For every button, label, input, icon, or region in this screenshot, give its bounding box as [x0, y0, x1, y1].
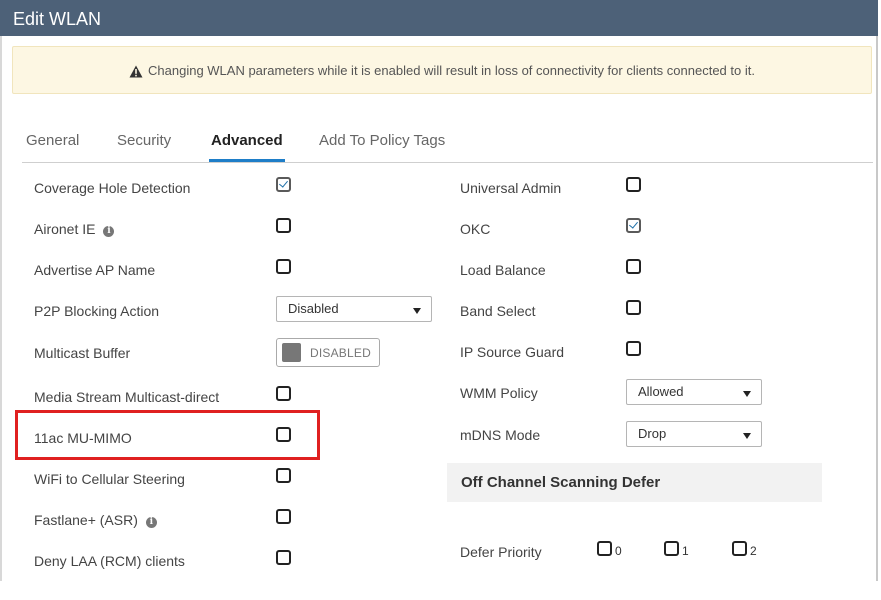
fastlane-checkbox[interactable]	[276, 509, 291, 524]
p2p-blocking-action-value: Disabled	[288, 301, 339, 316]
defer-priority-label: Defer Priority	[460, 544, 542, 560]
tab-add-to-policy-tags[interactable]: Add To Policy Tags	[319, 132, 445, 149]
mu-mimo-label: 11ac MU-MIMO	[34, 430, 132, 446]
okc-label: OKC	[460, 221, 491, 237]
aironet-ie-text: Aironet IE	[34, 221, 96, 237]
p2p-blocking-action-label: P2P Blocking Action	[34, 303, 160, 319]
tab-general[interactable]: General	[26, 132, 79, 149]
defer-priority-1-label: 1	[682, 544, 689, 558]
warning-triangle-icon	[129, 65, 143, 77]
dialog-title: Edit WLAN	[0, 0, 878, 36]
chevron-down-icon	[743, 433, 751, 439]
warning-text: Changing WLAN parameters while it is ena…	[148, 62, 755, 78]
universal-admin-label: Universal Admin	[460, 180, 562, 196]
wifi-cellular-steering-label: WiFi to Cellular Steering	[34, 471, 185, 487]
p2p-blocking-action-select[interactable]: Disabled	[276, 296, 432, 322]
wmm-policy-value: Allowed	[638, 384, 684, 399]
aironet-ie-checkbox[interactable]	[276, 218, 291, 233]
dialog-left-edge	[0, 36, 2, 581]
defer-priority-0-label: 0	[615, 544, 622, 558]
multicast-buffer-label: Multicast Buffer	[34, 345, 131, 361]
mu-mimo-checkbox[interactable]	[276, 427, 291, 442]
deny-laa-label: Deny LAA (RCM) clients	[34, 553, 185, 569]
defer-priority-2-checkbox[interactable]	[732, 541, 747, 556]
defer-priority-0-checkbox[interactable]	[597, 541, 612, 556]
advertise-ap-name-checkbox[interactable]	[276, 259, 291, 274]
fastlane-label: Fastlane+ (ASR) i	[34, 512, 157, 529]
multicast-buffer-toggle[interactable]: DISABLED	[276, 338, 380, 367]
off-channel-scanning-defer-heading: Off Channel Scanning Defer	[447, 463, 822, 502]
mdns-mode-value: Drop	[638, 426, 667, 441]
aironet-ie-label: Aironet IE i	[34, 221, 115, 238]
warning-banner: Changing WLAN parameters while it is ena…	[12, 46, 872, 94]
info-icon[interactable]: i	[103, 226, 115, 237]
mdns-mode-select[interactable]: Drop	[626, 421, 762, 447]
coverage-hole-detection-checkbox[interactable]	[276, 177, 291, 192]
deny-laa-checkbox[interactable]	[276, 550, 291, 565]
fastlane-text: Fastlane+ (ASR)	[34, 512, 138, 528]
ip-source-guard-label: IP Source Guard	[460, 344, 565, 360]
mdns-mode-label: mDNS Mode	[460, 427, 541, 443]
ip-source-guard-checkbox[interactable]	[626, 341, 641, 356]
defer-priority-1-checkbox[interactable]	[664, 541, 679, 556]
tab-advanced[interactable]: Advanced	[211, 132, 283, 149]
dialog-scrollbar[interactable]	[876, 36, 878, 581]
tab-divider	[22, 162, 873, 163]
wmm-policy-select[interactable]: Allowed	[626, 379, 762, 405]
multicast-buffer-state: DISABLED	[310, 346, 371, 360]
defer-priority-2-label: 2	[750, 544, 757, 558]
coverage-hole-detection-label: Coverage Hole Detection	[34, 180, 191, 196]
chevron-down-icon	[743, 391, 751, 397]
media-stream-label: Media Stream Multicast-direct	[34, 389, 220, 405]
load-balance-checkbox[interactable]	[626, 259, 641, 274]
tab-security[interactable]: Security	[117, 132, 171, 149]
load-balance-label: Load Balance	[460, 262, 546, 278]
okc-checkbox[interactable]	[626, 218, 641, 233]
info-icon[interactable]: i	[145, 517, 157, 528]
band-select-checkbox[interactable]	[626, 300, 641, 315]
band-select-label: Band Select	[460, 303, 536, 319]
universal-admin-checkbox[interactable]	[626, 177, 641, 192]
wifi-cellular-steering-checkbox[interactable]	[276, 468, 291, 483]
chevron-down-icon	[413, 308, 421, 314]
advertise-ap-name-label: Advertise AP Name	[34, 262, 156, 278]
toggle-knob	[282, 343, 301, 362]
wmm-policy-label: WMM Policy	[460, 385, 538, 401]
media-stream-checkbox[interactable]	[276, 386, 291, 401]
